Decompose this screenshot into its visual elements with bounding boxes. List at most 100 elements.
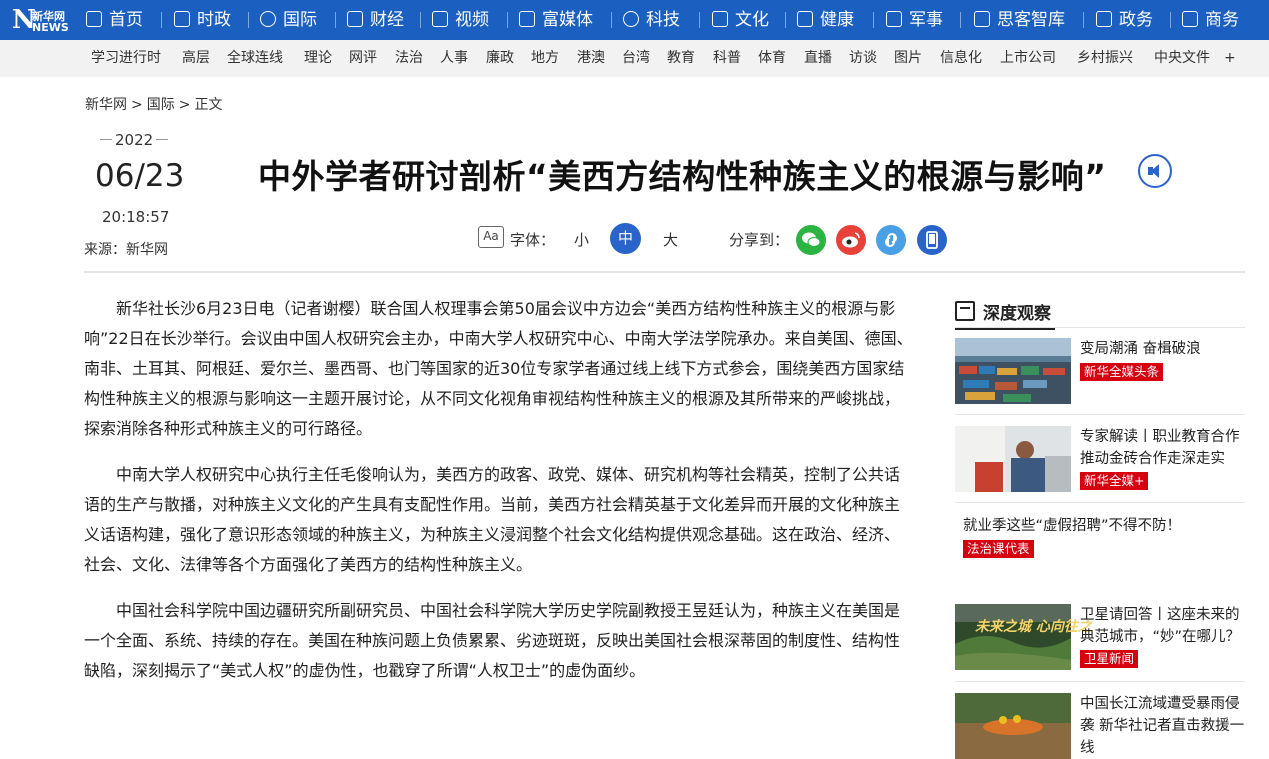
- nav-item-think-tank[interactable]: 思客智库: [974, 0, 1065, 40]
- breadcrumb: 新华网 > 国际 > 正文: [85, 94, 226, 114]
- publish-time: 20:18:57: [102, 208, 170, 226]
- year-text: 2022: [115, 131, 154, 149]
- subnav-item[interactable]: 理论: [304, 40, 332, 77]
- subnav-item[interactable]: 高层: [182, 40, 210, 77]
- classroom-thumbnail: [955, 426, 1071, 492]
- font-large-button[interactable]: 大: [663, 229, 678, 250]
- card-title[interactable]: 中国长江流域遭受暴雨侵袭 新华社记者直击救援一线: [1080, 693, 1250, 759]
- nav-label: 军事: [909, 10, 943, 30]
- nav-item-video[interactable]: 视频: [432, 0, 489, 40]
- subnav-item[interactable]: 体育: [758, 40, 786, 77]
- nav-item-rich-media[interactable]: 富媒体: [519, 0, 593, 40]
- nav-item-health[interactable]: 健康: [797, 0, 854, 40]
- nav-item-military[interactable]: 军事: [886, 0, 943, 40]
- nav-divider: [699, 12, 700, 28]
- mobile-icon[interactable]: [917, 225, 947, 255]
- link-icon[interactable]: [876, 225, 906, 255]
- card-divider: [955, 414, 1245, 415]
- subnav-item[interactable]: 乡村振兴: [1077, 40, 1133, 77]
- document-icon: [174, 11, 190, 27]
- nav-item-business[interactable]: 商务: [1182, 0, 1239, 40]
- nav-item-finance[interactable]: 财经: [347, 0, 404, 40]
- nav-label: 健康: [820, 10, 854, 30]
- card-title[interactable]: 卫星请回答丨这座未来的典范城市，“妙”在哪儿？: [1080, 604, 1250, 648]
- subnav-item[interactable]: 网评: [349, 40, 377, 77]
- font-size-icon: Aa: [478, 226, 504, 248]
- gear-icon: [623, 11, 639, 27]
- chat-icon: [974, 11, 990, 27]
- nav-label: 首页: [109, 10, 143, 30]
- subnav-item[interactable]: 教育: [667, 40, 695, 77]
- font-size-label: 字体：: [510, 231, 556, 249]
- nav-divider: [248, 12, 249, 28]
- play-icon: [432, 11, 448, 27]
- card-title[interactable]: 就业季这些“虚假招聘”不得不防！: [963, 515, 1248, 537]
- subnav-item[interactable]: 全球连线: [227, 40, 283, 77]
- header-divider: [84, 271, 1245, 273]
- subnav-item[interactable]: 地方: [531, 40, 559, 77]
- nav-divider: [960, 12, 961, 28]
- nav-item-culture[interactable]: 文化: [712, 0, 769, 40]
- nav-label: 财经: [370, 10, 404, 30]
- nav-label: 富媒体: [542, 10, 593, 30]
- article-body: 新华社长沙6月23日电（记者谢樱）联合国人权理事会第50届会议中方边会“美西方结…: [84, 294, 914, 702]
- weibo-icon[interactable]: [836, 225, 866, 255]
- sidebar-heading-text: 深度观察: [983, 304, 1051, 324]
- wechat-icon[interactable]: [796, 225, 826, 255]
- book-icon: [712, 11, 728, 27]
- publish-date: 06/23: [95, 158, 185, 194]
- nav-item-tech[interactable]: 科技: [623, 0, 680, 40]
- subnav-item[interactable]: 直播: [804, 40, 832, 77]
- subnav-item[interactable]: 台湾: [622, 40, 650, 77]
- nav-label: 视频: [455, 10, 489, 30]
- nav-label: 思客智库: [997, 10, 1065, 30]
- card-tag[interactable]: 卫星新闻: [1080, 650, 1139, 668]
- subnav-item[interactable]: 人事: [440, 40, 468, 77]
- card-title[interactable]: 变局潮涌 奋楫破浪: [1080, 338, 1250, 360]
- briefcase-icon: [1182, 11, 1198, 27]
- subnav-item[interactable]: 图片: [894, 40, 922, 77]
- card-title[interactable]: 专家解读丨职业教育合作推动金砖合作走深走实: [1080, 426, 1250, 470]
- nav-label: 商务: [1205, 10, 1239, 30]
- breadcrumb-current: 正文: [194, 97, 223, 113]
- article-paragraph: 中国社会科学院中国边疆研究所副研究员、中国社会科学院大学历史学院副教授王昱廷认为…: [84, 601, 901, 680]
- subnav-item[interactable]: 科普: [713, 40, 741, 77]
- shield-icon: [886, 11, 902, 27]
- subnav-item[interactable]: 信息化: [940, 40, 982, 77]
- article-source: 来源：新华网: [84, 242, 168, 258]
- article-title: 中外学者研讨剖析“美西方结构性种族主义的根源与影响”: [258, 157, 1107, 196]
- speaker-icon[interactable]: [1138, 154, 1172, 188]
- nav-divider: [1083, 12, 1084, 28]
- subnav-more-button[interactable]: +: [1224, 40, 1236, 77]
- breadcrumb-section[interactable]: 国际: [147, 97, 175, 113]
- card-tag[interactable]: 法治课代表: [963, 540, 1034, 558]
- nav-divider: [507, 12, 508, 28]
- breadcrumb-home[interactable]: 新华网: [85, 97, 127, 113]
- subnav-item[interactable]: 港澳: [577, 40, 605, 77]
- publish-year: 2022: [97, 131, 171, 149]
- nav-item-international[interactable]: 国际: [260, 0, 317, 40]
- card-tag[interactable]: 新华全媒+: [1080, 472, 1149, 490]
- nav-item-government[interactable]: 政务: [1096, 0, 1153, 40]
- subnav-item[interactable]: 法治: [395, 40, 423, 77]
- article-paragraph: 中南大学人权研究中心执行主任毛俊响认为，美西方的政客、政党、媒体、研究机构等社会…: [84, 465, 901, 574]
- font-medium-button[interactable]: 中: [610, 223, 641, 254]
- nav-label: 时政: [197, 10, 231, 30]
- nav-item-home[interactable]: 首页: [86, 0, 143, 40]
- nav-divider: [335, 12, 336, 28]
- weibo-glyph: [842, 232, 860, 248]
- subnav-item[interactable]: 访谈: [849, 40, 877, 77]
- subnav-item[interactable]: 中央文件: [1154, 40, 1210, 77]
- heading-underline: [955, 328, 1055, 330]
- breadcrumb-separator: >: [178, 97, 191, 113]
- subnav-item[interactable]: 学习进行时: [91, 40, 161, 77]
- card-tag[interactable]: 新华全媒头条: [1080, 363, 1164, 381]
- card-divider: [955, 502, 1245, 503]
- subnav-item[interactable]: 上市公司: [1000, 40, 1056, 77]
- nav-item-politics[interactable]: 时政: [174, 0, 231, 40]
- year-dash-left: [100, 139, 112, 140]
- chart-icon: [347, 11, 363, 27]
- subnav-item[interactable]: 廉政: [486, 40, 514, 77]
- font-small-button[interactable]: 小: [574, 229, 589, 250]
- xinhua-logo[interactable]: N 新华网 NEWS: [12, 5, 70, 35]
